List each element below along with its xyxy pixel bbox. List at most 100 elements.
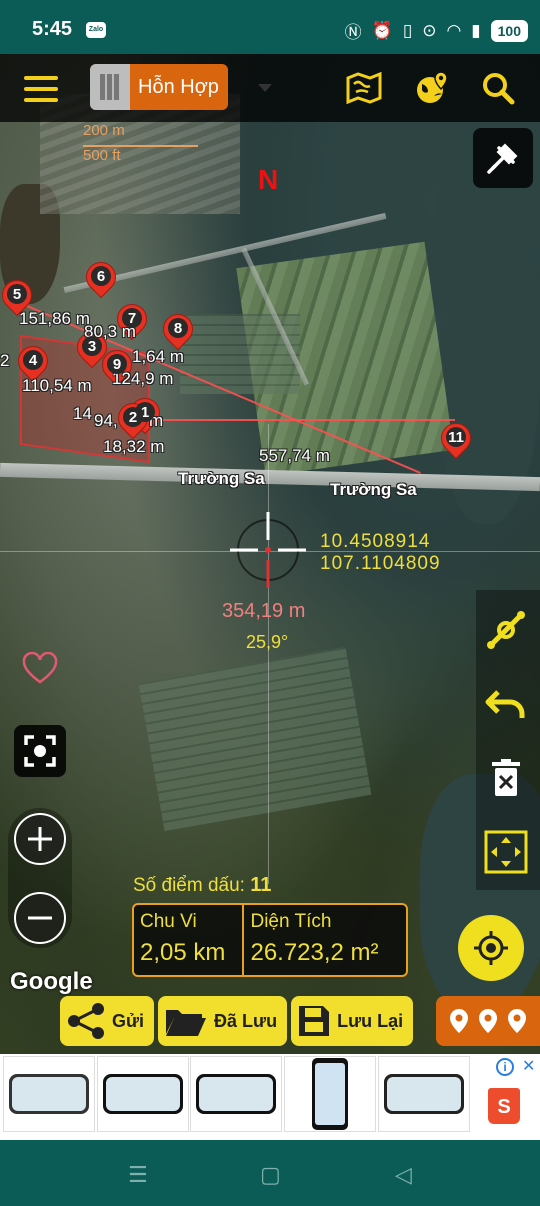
zalo-notification-icon: Zalo	[86, 22, 106, 38]
point-count: Số điểm dấu: 11	[133, 874, 271, 897]
map-layers-icon	[90, 64, 130, 110]
latitude: 10.4508914	[320, 531, 431, 552]
ad-product[interactable]	[190, 1056, 282, 1132]
capture-frame-icon	[24, 735, 56, 767]
recent-apps-icon[interactable]: ☰	[128, 1162, 148, 1188]
fit-bounds-button[interactable]	[476, 822, 536, 882]
markers-list-button[interactable]	[436, 996, 540, 1046]
vibrate-icon: ▯	[402, 20, 413, 40]
map-book-button[interactable]	[344, 68, 384, 108]
search-icon	[483, 73, 515, 105]
back-icon[interactable]: ◁	[395, 1162, 412, 1188]
cursor-coordinates: 10.4508914 107.1104809	[320, 531, 441, 575]
saved-button[interactable]: Đã Lưu	[158, 996, 288, 1046]
alarm-icon: ⏰	[371, 20, 393, 40]
cursor-distance: 354,19 m	[222, 600, 306, 622]
measurement-line	[135, 419, 455, 421]
undo-button[interactable]	[476, 674, 536, 734]
globe-pin-icon	[417, 71, 448, 103]
system-nav-bar: ☰ ▢ ◁	[0, 1140, 540, 1206]
trash-icon	[492, 759, 520, 796]
segment-distance: 18,32 m	[103, 437, 165, 456]
pin-icon	[449, 1009, 468, 1033]
marker-11[interactable]: 11	[434, 416, 478, 465]
hamburger-icon	[24, 76, 58, 80]
zoom-out-button[interactable]	[14, 892, 66, 944]
segment-distance: 110,54 m	[22, 376, 92, 395]
segment-distance: 2	[0, 351, 10, 370]
longitude: 107.1104809	[320, 553, 441, 574]
battery-icon: 100	[490, 19, 528, 42]
status-bar: 5:45 Zalo Ⓝ ⏰ ▯ ⊙ ◠ ▮ 100	[0, 0, 540, 54]
send-label: Gửi	[112, 1010, 145, 1031]
send-button[interactable]: Gửi	[60, 996, 155, 1046]
point-count-label: Số điểm dấu:	[133, 875, 245, 896]
cursor-bearing: 25,9°	[246, 632, 289, 652]
plus-icon	[28, 827, 52, 851]
search-button[interactable]	[478, 68, 518, 108]
shopee-logo-icon[interactable]: S	[488, 1088, 520, 1124]
ad-product[interactable]	[97, 1056, 189, 1132]
status-time: 5:45	[32, 18, 73, 40]
ad-banner[interactable]: i ✕ S	[0, 1054, 540, 1140]
delete-button[interactable]	[476, 748, 536, 808]
action-bar: Gửi Đã Lưu Lưu Lại	[60, 996, 414, 1046]
top-toolbar: Hỗn Hợp	[0, 54, 540, 122]
gps-off-icon	[487, 143, 518, 174]
share-icon	[68, 1003, 104, 1039]
ad-product[interactable]	[284, 1056, 376, 1132]
path-edit-button[interactable]	[476, 600, 536, 660]
scale-metric: 200 m	[83, 122, 125, 139]
folder-icon	[166, 1010, 207, 1036]
ad-info-icon[interactable]: i	[496, 1058, 514, 1076]
north-indicator: N	[258, 164, 279, 195]
segment-distance: 557,74 m	[259, 446, 330, 465]
ad-close-icon[interactable]: ✕	[522, 1056, 535, 1076]
save-button[interactable]: Lưu Lại	[291, 996, 414, 1046]
location-icon: ⊙	[422, 20, 437, 40]
perimeter-value: 2,05 km	[140, 939, 226, 966]
nfc-icon: Ⓝ	[344, 23, 362, 42]
menu-button[interactable]	[24, 76, 58, 102]
guide-line	[268, 424, 269, 884]
point-count-value: 11	[250, 874, 272, 896]
map-type-button[interactable]: Hỗn Hợp	[90, 64, 228, 110]
perimeter-stat: Chu Vi 2,05 km	[134, 905, 242, 975]
ad-product[interactable]	[3, 1056, 95, 1132]
measurement-stats: Chu Vi 2,05 km Diện Tích 26.723,2 m²	[132, 903, 408, 977]
wifi-icon: ◠	[446, 20, 462, 40]
area-value: 26.723,2 m²	[250, 939, 379, 966]
road-label: Trường Sa	[178, 469, 265, 488]
signal-icon: ▮	[471, 20, 481, 40]
ad-product[interactable]	[378, 1056, 470, 1132]
scale-imperial: 500 ft	[83, 147, 121, 164]
favorite-heart-icon[interactable]	[22, 652, 58, 684]
screenshot-button[interactable]	[14, 725, 66, 777]
scale-bar: 200 m 500 ft	[83, 122, 198, 164]
center-crosshair	[230, 512, 306, 588]
zoom-in-button[interactable]	[14, 813, 66, 865]
path-edit-icon	[487, 611, 525, 649]
google-attribution: Google	[10, 968, 93, 995]
chevron-down-icon[interactable]	[258, 84, 272, 92]
pin-icon	[508, 1009, 527, 1033]
status-icons: Ⓝ ⏰ ▯ ⊙ ◠ ▮ 100	[345, 18, 528, 43]
saved-label: Đã Lưu	[214, 1010, 278, 1031]
map-type-label: Hỗn Hợp	[138, 75, 219, 98]
area-label: Diện Tích	[250, 911, 332, 932]
globe-button[interactable]	[412, 68, 452, 108]
segment-distance: 14	[73, 404, 92, 423]
gps-toggle-button[interactable]	[473, 128, 533, 188]
map-icon	[346, 72, 382, 104]
save-icon	[299, 1006, 330, 1036]
area-stat: Diện Tích 26.723,2 m²	[242, 905, 406, 975]
segment-distance: 151,86 m	[19, 309, 90, 328]
marker-6[interactable]: 6	[79, 255, 123, 304]
save-label: Lưu Lại	[337, 1010, 404, 1031]
home-icon[interactable]: ▢	[260, 1162, 281, 1188]
my-location-button[interactable]	[458, 915, 524, 981]
segment-distance: 94,	[94, 411, 118, 430]
perimeter-label: Chu Vi	[140, 911, 197, 932]
minus-icon	[28, 916, 52, 920]
undo-icon	[485, 690, 525, 718]
